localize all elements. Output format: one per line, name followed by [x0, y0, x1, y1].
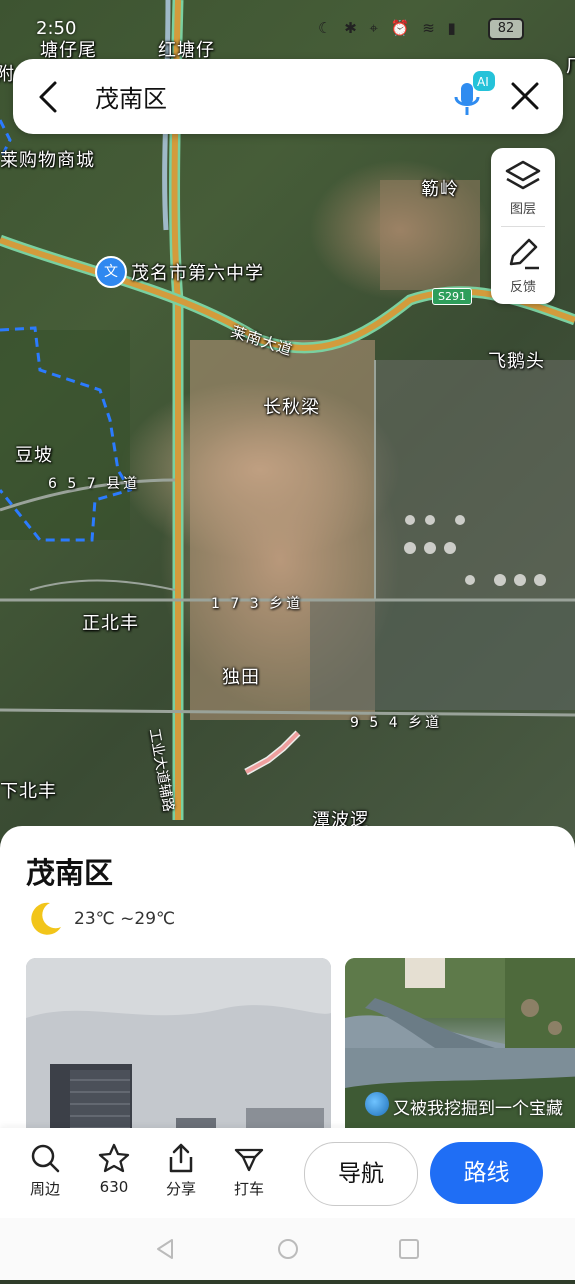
satellite-map[interactable]: 2:50 ☾ ✱ ⌖ ⏰ ≋ ▮ 82 塘仔尾 红塘仔 附 厂 莱购物商城 簕岭…	[0, 0, 575, 840]
photo-caption: 又被我挖掘到一个宝藏	[393, 1099, 563, 1119]
favorite-count: 630	[99, 1178, 129, 1196]
map-label[interactable]: 下北丰	[0, 777, 57, 803]
map-label[interactable]: 莱购物商城	[0, 146, 95, 172]
map-label[interactable]: 正北丰	[82, 609, 139, 635]
search-query[interactable]: 茂南区	[95, 79, 167, 114]
share-button[interactable]: 分享	[151, 1142, 211, 1199]
temperature: 23℃ ~29℃	[74, 909, 176, 929]
search-nearby-icon	[31, 1144, 60, 1173]
road-label: 6 5 7 县道	[48, 476, 141, 492]
layers-button[interactable]: 图层	[491, 148, 555, 226]
route-shield-badge: S291	[432, 288, 472, 305]
school-icon[interactable]: 文	[95, 256, 127, 288]
layers-label: 图层	[509, 202, 536, 217]
place-photo[interactable]: 又被我挖掘到一个宝藏	[345, 958, 575, 1138]
map-side-tools: 图层 反馈	[491, 148, 555, 304]
globe-badge-icon	[365, 1092, 389, 1116]
feedback-button[interactable]: 反馈	[491, 226, 555, 304]
action-bar: 周边 630 分享 打车 导航 路线	[0, 1128, 575, 1218]
system-navigation-bar	[0, 1218, 575, 1280]
place-photo[interactable]	[26, 958, 331, 1138]
back-arrow-icon	[39, 81, 57, 113]
map-label[interactable]: 簕岭	[421, 175, 459, 201]
close-icon	[511, 82, 539, 110]
layers-icon	[505, 160, 541, 190]
home-gesture-icon	[278, 1239, 298, 1259]
battery-indicator: 82	[488, 18, 524, 40]
place-title: 茂南区	[26, 856, 114, 890]
map-label[interactable]: 豆坡	[15, 441, 53, 467]
taxi-label: 打车	[233, 1180, 264, 1198]
moon-icon	[31, 902, 61, 935]
edit-feedback-icon	[509, 238, 539, 270]
ai-microphone-icon: AI	[454, 71, 495, 115]
nearby-button[interactable]: 周边	[15, 1142, 75, 1199]
recents-gesture-icon	[399, 1239, 419, 1259]
map-label[interactable]: 厂	[566, 52, 575, 78]
share-icon	[169, 1143, 193, 1173]
back-button[interactable]	[33, 79, 67, 115]
building-photo	[26, 958, 331, 1138]
ai-voice-button[interactable]: AI	[451, 71, 497, 121]
close-button[interactable]	[508, 79, 542, 113]
back-gesture-icon	[157, 1239, 173, 1259]
route-button[interactable]: 路线	[430, 1142, 543, 1204]
map-label[interactable]: 长秋梁	[263, 393, 320, 419]
map-label[interactable]: 飞鹅头	[488, 347, 545, 373]
star-icon	[98, 1143, 130, 1173]
taxi-icon	[234, 1148, 264, 1172]
favorite-button[interactable]: 630	[84, 1142, 144, 1196]
taxi-button[interactable]: 打车	[219, 1142, 279, 1199]
map-label-school[interactable]: 茂名市第六中学	[131, 259, 264, 285]
share-label: 分享	[165, 1180, 196, 1198]
road-label: 1 7 3 乡道	[211, 596, 304, 612]
road-label: 9 5 4 乡道	[350, 715, 443, 731]
nearby-label: 周边	[29, 1180, 60, 1198]
navigate-button[interactable]: 导航	[304, 1142, 418, 1206]
feedback-label: 反馈	[509, 280, 536, 295]
map-label[interactable]: 独田	[222, 663, 260, 689]
status-icons: ☾ ✱ ⌖ ⏰ ≋ ▮	[318, 19, 460, 37]
search-bar[interactable]: 茂南区 AI	[13, 59, 563, 134]
system-nav-icons	[157, 1239, 419, 1259]
svg-text:AI: AI	[477, 75, 489, 89]
